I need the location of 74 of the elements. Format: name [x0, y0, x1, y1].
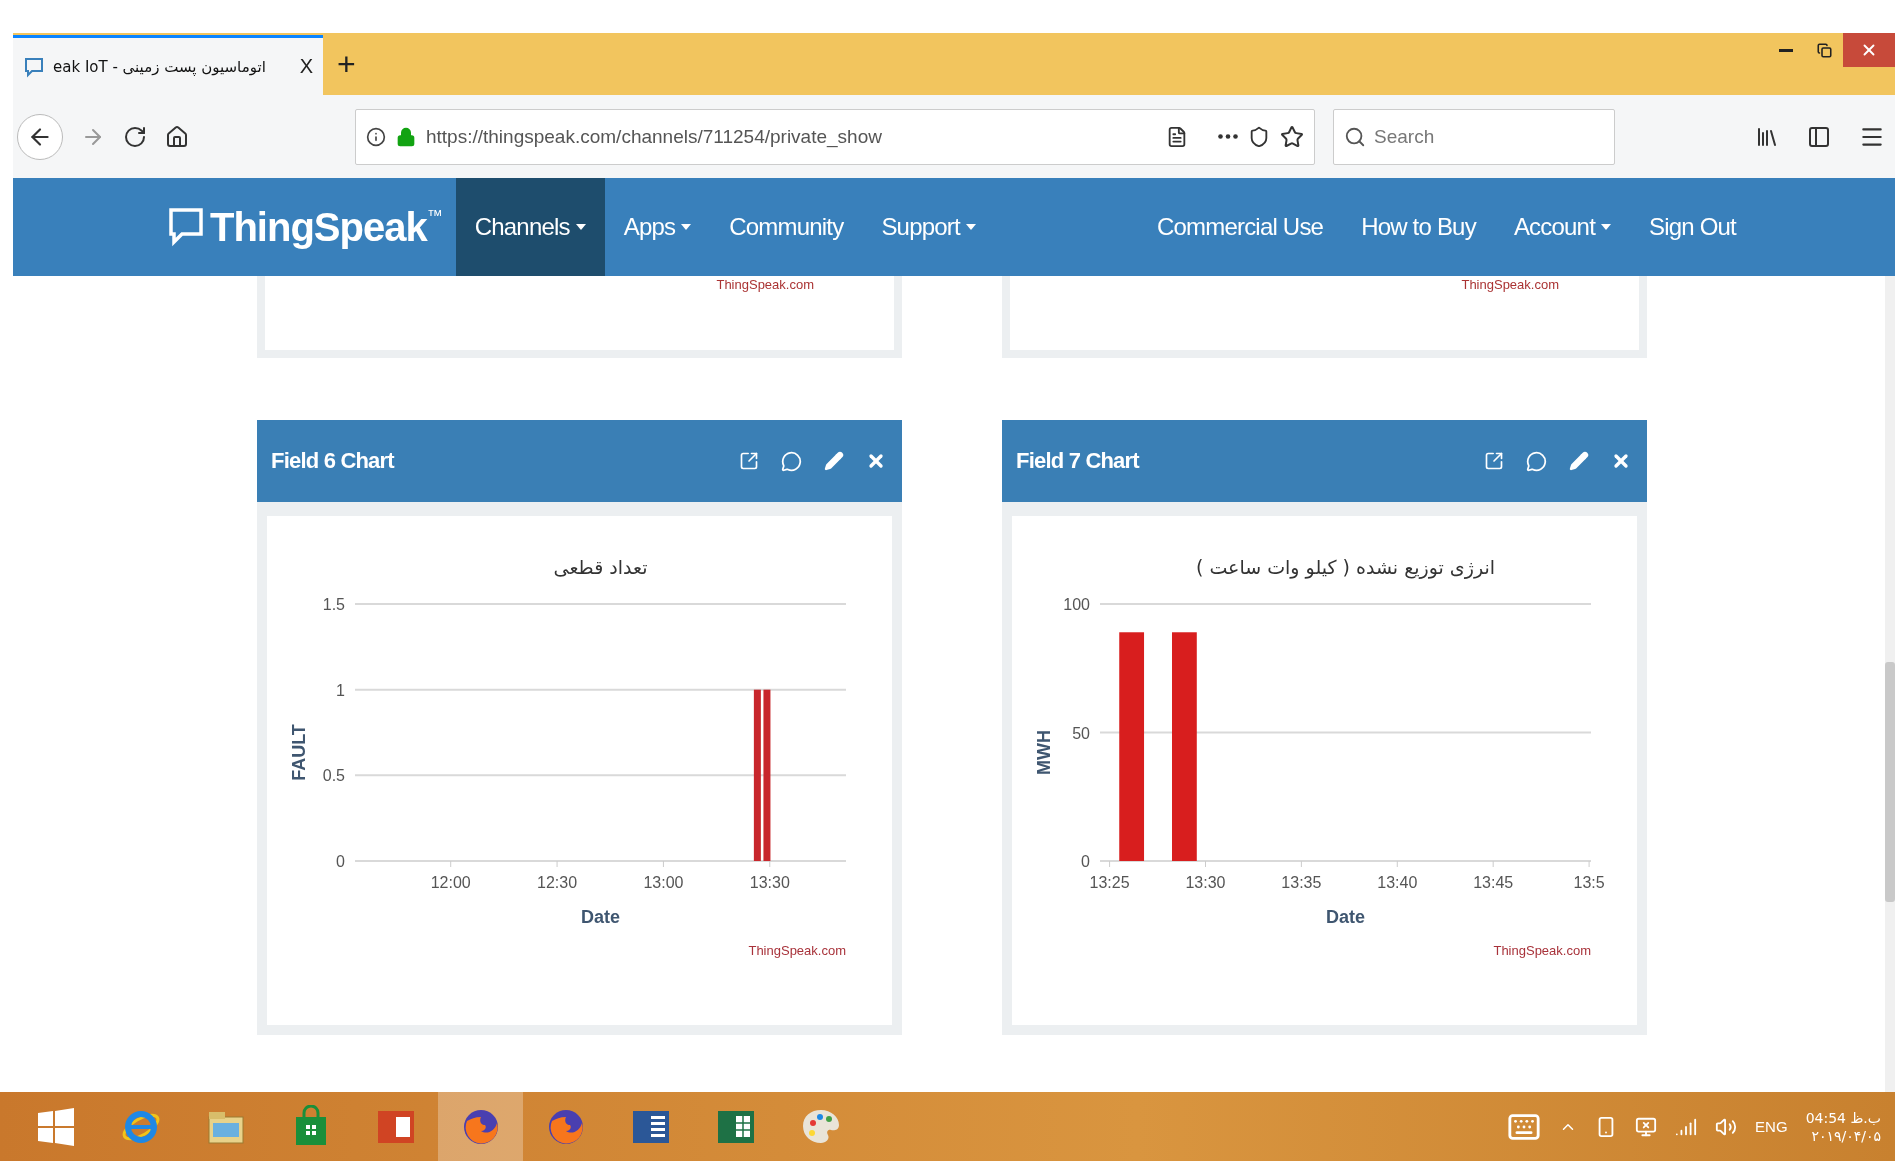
- chart-credit: ThingSpeak.com: [748, 943, 846, 958]
- dots-icon: [1218, 134, 1238, 139]
- speech-bubble-icon: [23, 55, 45, 78]
- nav-link[interactable]: Apps: [604, 178, 711, 276]
- reload-button[interactable]: [123, 124, 147, 149]
- x-tick-label: 13:00: [643, 874, 684, 891]
- y-tick-label: 0: [336, 853, 345, 870]
- home-button[interactable]: [165, 124, 189, 149]
- chart-title: تعداد قطعی: [553, 556, 648, 578]
- nav-link[interactable]: Channels: [455, 178, 605, 276]
- comment-button[interactable]: [781, 450, 802, 472]
- x-tick-label: 12:30: [537, 874, 578, 891]
- close-button[interactable]: [1611, 451, 1631, 471]
- chart-credit: ThingSpeak.com: [1461, 277, 1559, 292]
- clock-time: 04:54 ب.ظ: [1805, 1109, 1881, 1126]
- nav-link[interactable]: Account: [1494, 178, 1630, 276]
- x-tick-label: 13:40: [1377, 874, 1418, 891]
- nav-link[interactable]: Community: [710, 178, 863, 276]
- x-tick-label: 13:45: [1473, 874, 1514, 891]
- back-button[interactable]: [17, 113, 63, 160]
- chart-credit: ThingSpeak.com: [716, 277, 814, 292]
- bookmark-star-button[interactable]: [1280, 124, 1304, 149]
- open-external-button[interactable]: [739, 451, 759, 471]
- nav-link[interactable]: How to Buy: [1342, 178, 1495, 276]
- x-tick-label: 12:00: [430, 874, 471, 891]
- y-axis-title: FAULT: [289, 724, 309, 781]
- sidebar-button[interactable]: [1807, 124, 1831, 149]
- nav-link[interactable]: Commercial Use: [1137, 178, 1343, 276]
- chart-credit: ThingSpeak.com: [1493, 943, 1591, 958]
- tab-close-button[interactable]: X: [299, 55, 313, 78]
- y-axis-title: MWH: [1034, 730, 1054, 775]
- search-icon: [1344, 125, 1366, 148]
- restore-icon: [1816, 42, 1832, 58]
- open-external-button[interactable]: [1484, 451, 1504, 471]
- x-axis-title: Date: [581, 907, 620, 927]
- nav-link[interactable]: Support: [862, 178, 995, 276]
- y-tick-label: 0: [1081, 853, 1090, 870]
- search-field[interactable]: Search: [1333, 108, 1615, 165]
- card-title: Field 7 Chart: [1016, 448, 1139, 474]
- logo-text[interactable]: ThingSpeak$^{™}$: [210, 204, 442, 250]
- x-tick-label: 13:30: [1185, 874, 1226, 891]
- edit-button[interactable]: [1569, 451, 1589, 471]
- x-tick-label: 13:30: [749, 874, 790, 891]
- tab-title: اتوماسیون پست زمینی - eak IoT: [53, 57, 267, 76]
- y-tick-label: 50: [1072, 724, 1090, 742]
- close-button[interactable]: [1843, 33, 1895, 67]
- y-tick-label: 1.5: [322, 596, 345, 613]
- info-icon: [366, 126, 386, 147]
- y-tick-label: 0.5: [322, 767, 345, 785]
- language-indicator[interactable]: ENG: [1755, 1118, 1788, 1135]
- speech-bubble-icon: [168, 207, 204, 247]
- edit-button[interactable]: [824, 451, 844, 471]
- y-tick-label: 1: [336, 681, 345, 699]
- x-tick-label: 13:35: [1281, 874, 1322, 891]
- address-field[interactable]: https://thingspeak.com/channels/711254/private_show: [355, 108, 1315, 165]
- chart-title: انرژی توزیع نشده ( کیلو وات ساعت ): [1196, 556, 1495, 578]
- reader-view-button[interactable]: [1166, 125, 1188, 148]
- clock-date: ۲۰۱۹/۰۴/۰۵: [1811, 1127, 1881, 1144]
- new-tab-button[interactable]: +: [337, 45, 356, 83]
- x-tick-label: 13:25: [1089, 874, 1130, 891]
- close-button[interactable]: [866, 451, 886, 471]
- y-tick-label: 100: [1063, 596, 1090, 613]
- nav-link[interactable]: Sign Out: [1630, 178, 1755, 276]
- clock[interactable]: 04:54 ب.ظ ۲۰۱۹/۰۴/۰۵: [1805, 1109, 1881, 1144]
- taskbar-app-button[interactable]: [438, 1092, 523, 1161]
- network-warning-icon[interactable]: [1635, 1115, 1658, 1138]
- lock-icon: [396, 126, 416, 147]
- comment-button[interactable]: [1526, 450, 1547, 472]
- x-tick-label: 13:5: [1573, 874, 1605, 891]
- minimize-icon: [1779, 48, 1793, 52]
- card-title: Field 6 Chart: [271, 448, 394, 474]
- more-button[interactable]: [1218, 134, 1238, 139]
- url-text: https://thingspeak.com/channels/711254/private_show: [426, 125, 883, 148]
- x-axis-title: Date: [1326, 907, 1365, 927]
